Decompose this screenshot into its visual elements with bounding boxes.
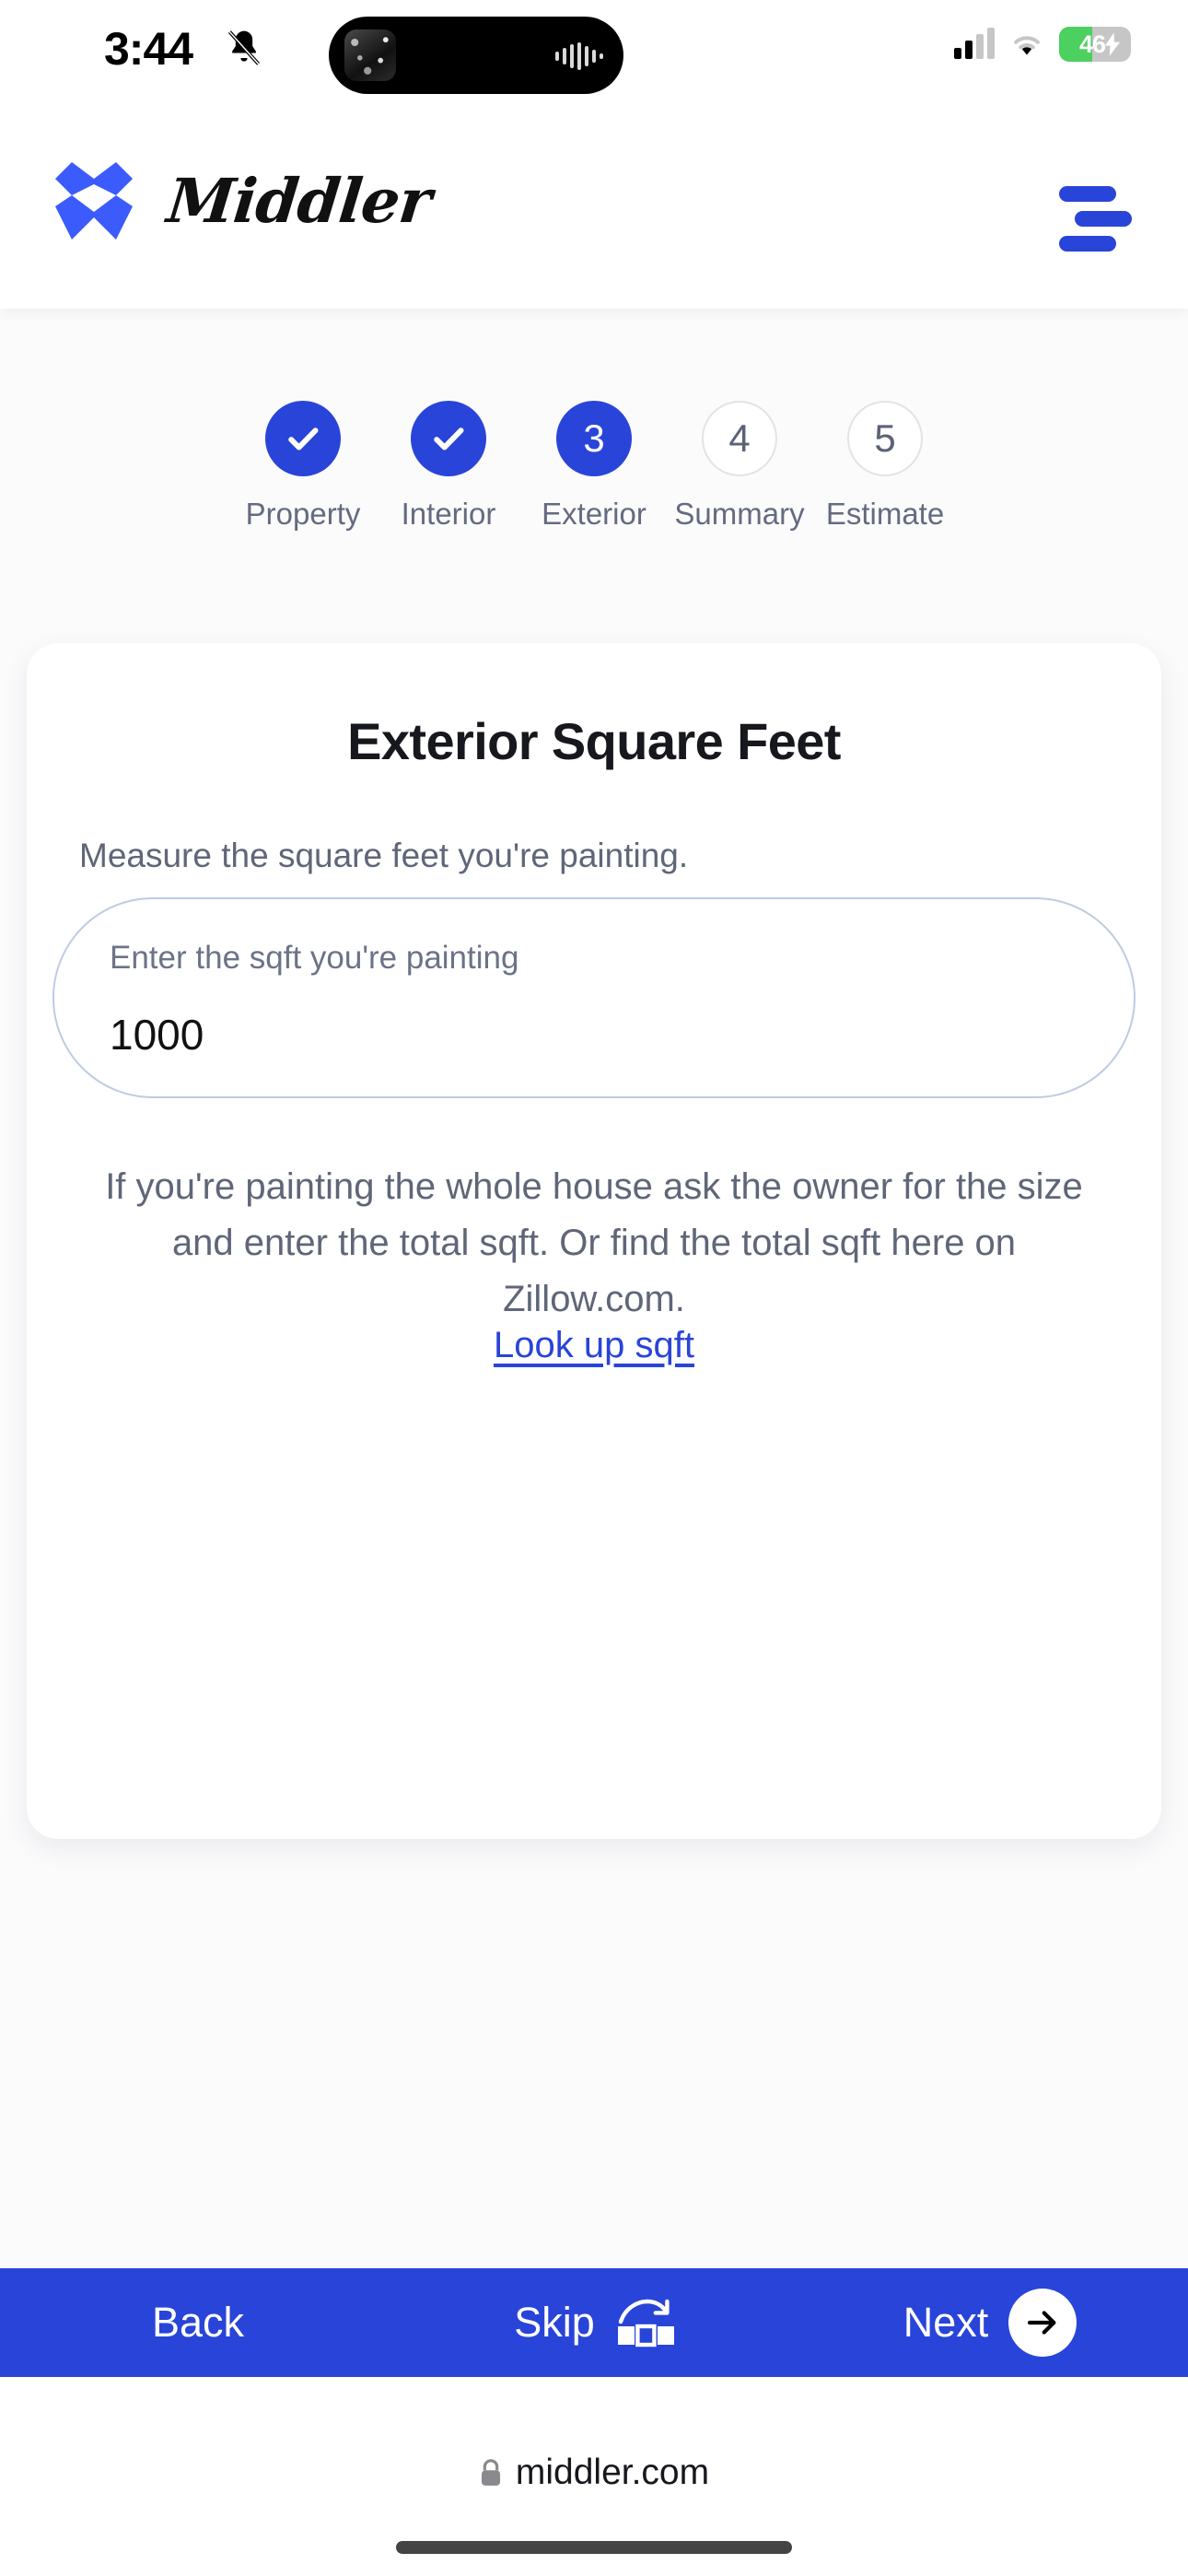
brand-name: Middler [163,165,435,237]
dynamic-island[interactable] [329,17,623,94]
check-icon [434,427,464,451]
stepper-label-exterior: Exterior [542,497,646,531]
step-circle-5: 5 [847,401,923,476]
step-circle-2 [411,401,486,476]
page-body: Property Interior 3 Exterior 4 Summary 5… [0,309,1188,2268]
status-bar-indicators: 46 [954,23,1131,65]
back-button[interactable]: Back [0,2268,396,2377]
stepper-label-property: Property [245,497,361,531]
stepper-label-summary: Summary [674,497,805,531]
next-button-label: Next [903,2299,989,2346]
phone-screen: 3:44 46 Middler Property Interior 3 Exte… [0,0,1188,2576]
step-circle-3: 3 [556,401,632,476]
charging-bolt-icon [1105,32,1120,56]
form-card: Exterior Square Feet Measure the square … [27,643,1161,1839]
status-bar-time: 3:44 [104,23,193,75]
address-bar[interactable]: middler.com [0,2453,1188,2493]
media-artwork-thumbnail [344,29,396,81]
helper-text: If you're painting the whole house ask t… [105,1166,1083,1319]
step-circle-1 [265,401,341,476]
sqft-input[interactable] [110,1010,1031,1060]
back-button-label: Back [151,2299,245,2346]
url-text: middler.com [515,2453,710,2492]
audio-waveform-icon [555,42,603,70]
stepper-step-interior[interactable]: Interior [376,401,521,532]
progress-stepper: Property Interior 3 Exterior 4 Summary 5… [0,401,1188,532]
next-button[interactable]: Next [792,2268,1188,2377]
lock-icon [481,2459,500,2486]
app-header: Middler [0,101,1188,309]
sqft-input-wrapper[interactable]: Enter the sqft you're painting [52,897,1136,1098]
brand-logo[interactable]: Middler [50,157,434,245]
wifi-icon [1014,36,1040,55]
page-title: Exterior Square Feet [347,712,841,770]
middler-logo-icon [55,162,133,240]
browser-bottom-bar: middler.com [0,2377,1188,2576]
skip-over-icon [617,2299,674,2348]
stepper-step-summary[interactable]: 4 Summary [667,401,812,532]
bell-slash-icon [227,30,261,65]
skip-button[interactable]: Skip [396,2268,792,2377]
step-circle-4: 4 [702,401,777,476]
card-subtitle: Measure the square feet you're painting. [79,837,689,874]
battery-indicator: 46 [1059,27,1131,62]
wizard-navigation-bar: Back Skip Next [0,2268,1188,2377]
stepper-step-property[interactable]: Property [230,401,376,532]
look-up-sqft-link[interactable]: Look up sqft [27,1325,1161,1366]
arrow-right-icon [1028,2311,1056,2335]
sqft-input-label: Enter the sqft you're painting [110,940,519,976]
cellular-bars-icon [954,28,995,59]
stepper-label-interior: Interior [401,497,496,531]
stepper-step-exterior[interactable]: 3 Exterior [521,401,667,532]
stepper-label-estimate: Estimate [825,497,945,531]
battery-percent-label: 46 [1078,29,1106,58]
check-icon [288,427,319,451]
skip-button-label: Skip [514,2299,595,2346]
home-indicator [396,2541,792,2554]
hamburger-menu-icon[interactable] [1059,186,1138,252]
status-bar: 3:44 46 [0,0,1188,101]
next-button-circle [1008,2289,1077,2357]
stepper-step-estimate[interactable]: 5 Estimate [812,401,958,532]
